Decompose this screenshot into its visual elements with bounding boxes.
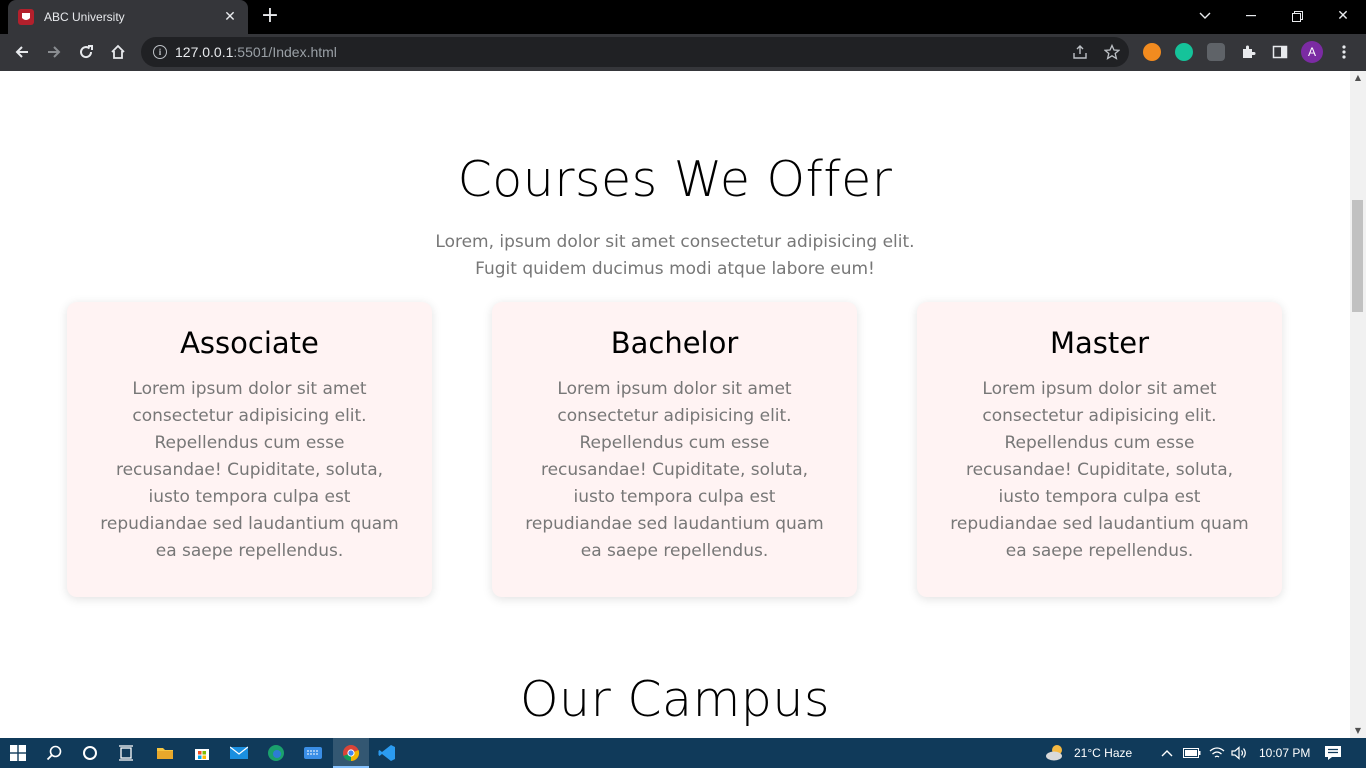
task-view-icon[interactable] xyxy=(116,743,136,763)
card-title: Bachelor xyxy=(610,326,739,360)
site-info-icon[interactable]: i xyxy=(153,45,167,59)
scroll-thumb[interactable] xyxy=(1352,200,1363,312)
shield-extension-icon[interactable] xyxy=(1207,43,1225,61)
url-text: 127.0.0.1:5501/Index.html xyxy=(175,44,337,60)
tab-title: ABC University xyxy=(44,10,125,24)
courses-subtitle: Lorem, ipsum dolor sit amet consectetur … xyxy=(435,232,915,279)
cortana-icon[interactable] xyxy=(80,743,100,763)
search-icon[interactable] xyxy=(44,743,64,763)
scroll-up-arrow-icon[interactable]: ▲ xyxy=(1350,71,1366,85)
mail-icon[interactable] xyxy=(229,743,249,763)
card-title: Associate xyxy=(180,326,319,360)
new-tab-button[interactable]: + xyxy=(258,5,282,29)
minimize-button[interactable] xyxy=(1228,0,1274,32)
course-card-bachelor: Bachelor Lorem ipsum dolor sit amet cons… xyxy=(492,302,857,597)
grammarly-extension-icon[interactable] xyxy=(1175,43,1193,61)
keyboard-app-icon[interactable] xyxy=(303,743,323,763)
chrome-icon[interactable] xyxy=(341,743,361,763)
page-scrollbar[interactable]: ▲ ▼ xyxy=(1350,71,1366,738)
university-logo-icon xyxy=(18,9,34,25)
close-icon[interactable]: ✕ xyxy=(222,9,238,25)
notifications-icon[interactable] xyxy=(1323,743,1343,763)
file-explorer-icon[interactable] xyxy=(155,743,175,763)
card-description: Lorem ipsum dolor sit amet consectetur a… xyxy=(525,379,824,561)
weather-icon xyxy=(1045,743,1065,763)
card-title: Master xyxy=(1049,326,1150,360)
store-icon[interactable] xyxy=(192,743,212,763)
address-bar[interactable]: i 127.0.0.1:5501/Index.html xyxy=(141,37,1129,67)
volume-icon[interactable] xyxy=(1229,743,1249,763)
more-menu-icon[interactable] xyxy=(1330,38,1358,66)
card-description: Lorem ipsum dolor sit amet consectetur a… xyxy=(100,379,399,561)
rss-extension-icon[interactable] xyxy=(1143,43,1161,61)
tray-chevron-up-icon[interactable] xyxy=(1157,743,1177,763)
page-viewport: Courses We Offer Lorem, ipsum dolor sit … xyxy=(0,71,1350,738)
course-card-master: Master Lorem ipsum dolor sit amet consec… xyxy=(917,302,1282,597)
card-description: Lorem ipsum dolor sit amet consectetur a… xyxy=(950,379,1249,561)
campus-heading: Our Campus xyxy=(519,671,830,728)
scroll-down-arrow-icon[interactable]: ▼ xyxy=(1350,724,1366,738)
back-arrow-icon[interactable] xyxy=(8,38,36,66)
bookmark-star-icon[interactable] xyxy=(1103,43,1121,60)
edge-browser-icon[interactable] xyxy=(266,743,286,763)
tab-strip: ABC University ✕ + ✕ xyxy=(0,0,1366,34)
window-close-button[interactable]: ✕ xyxy=(1320,0,1366,32)
reload-icon[interactable] xyxy=(72,38,100,66)
wifi-icon[interactable] xyxy=(1207,743,1227,763)
battery-icon[interactable] xyxy=(1182,743,1202,763)
weather-text[interactable]: 21°C Haze xyxy=(1074,738,1132,768)
share-icon[interactable] xyxy=(1072,44,1088,60)
courses-heading: Courses We Offer xyxy=(457,151,893,208)
forward-arrow-icon[interactable] xyxy=(40,38,68,66)
home-icon[interactable] xyxy=(104,38,132,66)
windows-start-icon[interactable] xyxy=(8,743,28,763)
browser-tab[interactable]: ABC University ✕ xyxy=(8,0,248,34)
profile-avatar[interactable]: A xyxy=(1301,41,1323,63)
clock-time[interactable]: 10:07 PM xyxy=(1259,738,1310,768)
side-panel-icon[interactable] xyxy=(1266,38,1294,66)
extensions-puzzle-icon[interactable] xyxy=(1234,38,1262,66)
vscode-icon[interactable] xyxy=(377,743,397,763)
windows-taskbar: 21°C Haze 10:07 PM xyxy=(0,738,1366,768)
restore-button[interactable] xyxy=(1274,0,1320,32)
tab-search-chevron-icon[interactable] xyxy=(1182,0,1228,32)
course-card-associate: Associate Lorem ipsum dolor sit amet con… xyxy=(67,302,432,597)
browser-toolbar: i 127.0.0.1:5501/Index.html A xyxy=(0,34,1366,71)
